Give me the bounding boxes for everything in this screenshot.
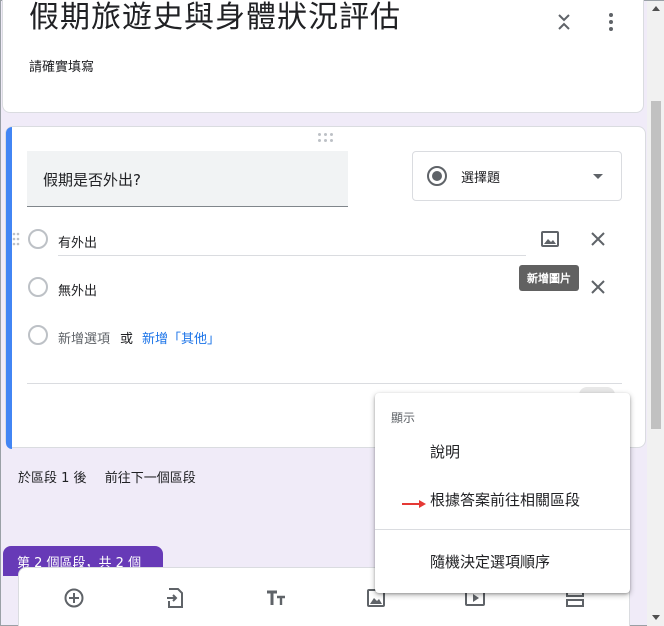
active-accent-bar [6, 127, 12, 449]
drag-indicator-icon[interactable] [318, 133, 336, 143]
more-vert-icon[interactable] [599, 10, 623, 34]
add-other-link[interactable]: 新增「其他」 [142, 328, 220, 347]
question-title-input[interactable]: 假期是否外出? [27, 151, 348, 207]
chevron-down-icon [593, 174, 603, 179]
title-icon[interactable] [264, 586, 288, 610]
menu-separator [375, 529, 630, 530]
close-icon[interactable] [586, 275, 610, 299]
menu-item-shuffle-options[interactable]: 隨機決定選項順序 [430, 551, 550, 572]
radio-button-icon [427, 166, 447, 186]
form-title[interactable]: 假期旅遊史與身體狀況評估 [29, 0, 401, 36]
after-section-text: 於區段 1 後 [18, 471, 87, 486]
add-option-link[interactable]: 新增選項 [58, 328, 110, 347]
section-after-label: 於區段 1 後 前往下一個區段 [18, 467, 196, 486]
next-section-select[interactable]: 前往下一個區段 [105, 471, 196, 486]
option-2-label[interactable]: 無外出 [58, 280, 97, 299]
option-underline [58, 255, 526, 256]
option-radio [28, 277, 48, 297]
card-divider [27, 383, 622, 384]
question-type-select[interactable]: 選擇題 [412, 151, 622, 201]
menu-item-go-to-section[interactable]: 根據答案前往相關區段 [430, 489, 580, 510]
form-description[interactable]: 請確實填寫 [29, 56, 94, 75]
more-options-menu: 顯示 說明 根據答案前往相關區段 隨機決定選項順序 [375, 393, 630, 593]
or-text: 或 [120, 332, 134, 347]
scroll-thumb[interactable] [651, 101, 661, 429]
import-icon[interactable] [163, 586, 187, 610]
option-drag-icon[interactable] [12, 231, 20, 246]
add-image-tooltip: 新增圖片 [519, 265, 579, 291]
image-icon[interactable] [538, 227, 562, 251]
option-radio [28, 325, 48, 345]
add-circle-icon[interactable] [62, 586, 86, 610]
red-arrow-icon [401, 494, 427, 513]
scroll-up-icon[interactable] [652, 6, 660, 11]
option-1-label[interactable]: 有外出 [58, 232, 97, 251]
scroll-down-icon[interactable] [652, 615, 660, 620]
option-radio [28, 229, 48, 249]
menu-item-description[interactable]: 說明 [430, 441, 460, 462]
menu-header: 顯示 [391, 411, 416, 425]
form-title-card: 假期旅遊史與身體狀況評估 請確實填寫 [2, 0, 644, 113]
scrollbar[interactable] [647, 1, 664, 626]
unfold-less-icon[interactable] [552, 10, 576, 34]
question-type-label: 選擇題 [461, 170, 501, 186]
close-icon[interactable] [586, 227, 610, 251]
